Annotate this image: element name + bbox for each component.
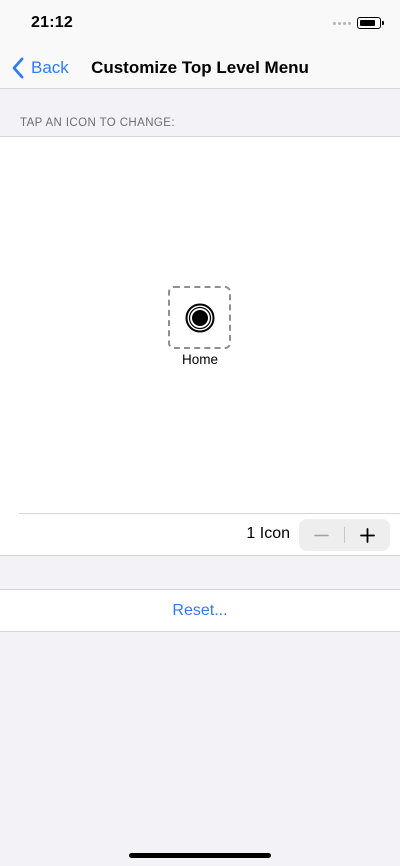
signal-dots-icon [333,22,351,25]
icon-slot-home[interactable] [168,286,231,349]
status-time: 21:12 [31,14,73,31]
minus-icon [314,534,329,536]
page-title: Customize Top Level Menu [0,58,400,78]
top-bar: 21:12 Back Customize Top Level Menu [0,0,400,89]
decrement-button[interactable] [299,519,344,551]
plus-icon [360,527,375,543]
home-button-icon [185,303,214,332]
icon-count-label: 1 Icon [246,525,290,542]
icon-count-stepper[interactable] [299,519,390,551]
icon-label-home: Home [181,352,218,367]
icon-grid-card: Home 1 Icon [0,136,400,556]
battery-icon [357,17,384,29]
reset-label: Reset... [172,601,228,619]
home-indicator[interactable] [129,853,271,858]
page-title-text: Customize Top Level Menu [91,58,309,77]
screen: 21:12 Back Customize Top Level Menu TAP … [0,0,400,866]
divider [19,513,400,514]
increment-button[interactable] [345,519,390,551]
reset-button[interactable]: Reset... [0,589,400,632]
section-header: TAP AN ICON TO CHANGE: [20,117,175,129]
